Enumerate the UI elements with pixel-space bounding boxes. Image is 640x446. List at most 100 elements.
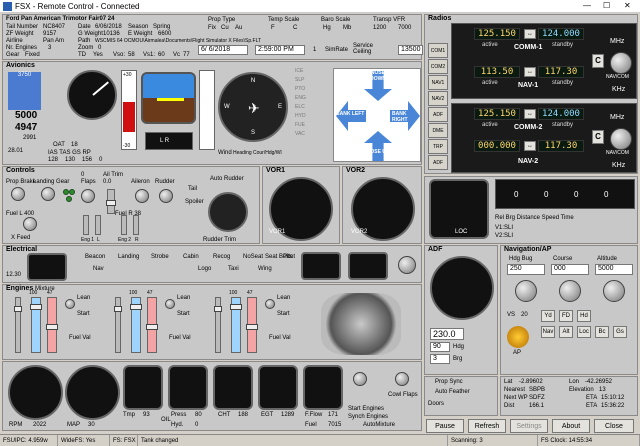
minimize-button[interactable]: — [583,1,591,10]
maximize-button[interactable]: ☐ [603,1,610,10]
com2-swap-button[interactable]: ↔ [524,109,536,119]
fuel-bus-4[interactable] [133,215,139,235]
side-trp[interactable]: TRP [428,139,448,154]
transp-7000[interactable]: 7000 [398,25,411,31]
ap-loc-button[interactable]: Loc [577,326,591,338]
adf-freq[interactable]: 230.0 [430,328,464,340]
hdg-knob[interactable] [515,280,537,302]
close-button[interactable]: Close [594,419,634,433]
path-label: Path [78,38,91,44]
temp-scale-f[interactable]: F [271,25,275,31]
altitude-field[interactable]: 5000 [595,264,633,275]
hdg-bug-field[interactable]: 250 [507,264,545,275]
fuel-bus-2[interactable] [95,215,101,235]
nav1-swap-button[interactable]: ↔ [524,67,536,77]
engine2-mixture[interactable] [146,297,158,353]
engine2-throttle[interactable] [114,297,122,353]
temp-scale-c[interactable]: C [293,25,297,31]
ap-nav-button[interactable]: Nav [541,326,555,338]
baro-scale-hg[interactable]: Hg [323,25,331,31]
side-dme[interactable]: DME [428,123,448,138]
dist-value: 166.1 [529,403,545,409]
time-select[interactable]: 2:59:00 PM [255,45,305,55]
start-engines-knob[interactable] [353,372,367,386]
oil-label: OIL [161,417,171,423]
course-field[interactable]: 000 [551,264,589,275]
altitude-knob[interactable] [603,280,625,302]
next-wp-label: Next WP [504,395,528,401]
auto-feather-label[interactable]: Auto Feather [435,389,470,395]
settings-button[interactable]: Settings [510,419,548,433]
taxi-label: Taxi [228,266,239,272]
com1-active-label: active [482,42,498,48]
ail-trim-slider[interactable] [106,189,116,214]
engine1-throttle[interactable] [14,297,22,353]
adf-small-1[interactable]: 90 [430,342,450,352]
ap-bc-button[interactable]: Bc [595,326,609,338]
egt-value: 1289 [281,412,295,418]
about-button[interactable]: About [552,419,590,433]
engine2-mag-knob[interactable] [165,299,175,309]
ap-alt-button[interactable]: Alt [559,326,573,338]
prop-type-au[interactable]: Au [235,25,242,31]
ap-fd-button[interactable]: FD [559,310,573,322]
rudder-knob[interactable] [159,189,173,203]
eweight-value: 6600 [158,31,172,37]
automixture-label: AutoMixture [363,422,396,428]
landing-gear-knob[interactable] [41,187,55,201]
elec-knob[interactable] [398,256,416,274]
autopilot-title: Navigation/AP [504,246,552,253]
service-ceiling-field[interactable]: 13500 [398,45,423,55]
prop-type-cu[interactable]: Cu [221,25,229,31]
engine1-mag-knob[interactable] [65,299,75,309]
com1-swap-button[interactable]: ↔ [524,29,536,39]
ap-master-button[interactable] [507,326,529,348]
ap-hd-button[interactable]: Hd [577,310,591,322]
navcom-knob-2[interactable] [610,128,632,150]
engine1-mixture[interactable] [46,297,58,353]
close-window-button[interactable]: ✕ [624,1,631,10]
c-button-1[interactable]: C [592,54,604,68]
rudder-trim-gauge[interactable] [208,192,248,232]
pad-nose-up[interactable] [364,131,392,161]
refresh-button[interactable]: Refresh [468,419,506,433]
side-com2[interactable]: COM2 [428,59,448,74]
ap-yd-button[interactable]: Yd [541,310,555,322]
adf-small-2[interactable]: 3 [430,354,450,364]
engine3-mag-knob[interactable] [265,299,275,309]
engine3-mixture[interactable] [246,297,258,353]
course-knob[interactable] [559,280,581,302]
c-button-2[interactable]: C [592,130,604,144]
aileron-knob[interactable] [135,189,149,203]
prop-sync-label[interactable]: Prop Sync [435,379,463,385]
fuel-selector-knob[interactable] [23,217,37,231]
side-nav1[interactable]: NAV1 [428,75,448,90]
date-select[interactable]: 6/ 6/2018 [198,45,248,55]
side-nav2[interactable]: NAV2 [428,91,448,106]
baro-scale-mb[interactable]: Mb [343,25,351,31]
prop-brake-knob[interactable] [11,187,25,201]
lon-value: -42.26952 [585,379,613,385]
side-com1[interactable]: COM1 [428,43,448,58]
pause-button[interactable]: Pause [426,419,464,433]
fuel-bus-1[interactable] [83,215,89,235]
engine3-prop[interactable] [230,297,242,353]
navcom-knob-1[interactable] [610,52,632,74]
zf-label: ZF Weight [6,31,34,37]
side-adf2[interactable]: ADF [428,155,448,170]
ap-gs-button[interactable]: Gs [613,326,627,338]
transp-1200[interactable]: 1200 [373,25,386,31]
prop-type-fix[interactable]: Fix [208,25,216,31]
heading-s: S [250,130,255,136]
side-adf[interactable]: ADF [428,107,448,122]
engine3-throttle[interactable] [214,297,222,353]
fuel-bus-3[interactable] [121,215,127,235]
light-ice: ICE [295,68,304,74]
cowl-flaps-knob[interactable] [395,372,409,386]
flaps-knob[interactable] [81,189,95,203]
nav2-swap-button[interactable]: ↔ [524,141,536,151]
engine2-prop[interactable] [130,297,142,353]
fflow-value: 171 [328,412,339,418]
engine1-prop[interactable] [30,297,42,353]
flaps-label: Flaps [81,179,96,185]
